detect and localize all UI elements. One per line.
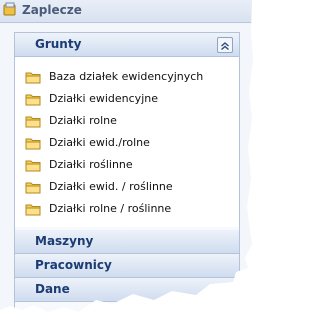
group-header-dane[interactable]: Dane (15, 278, 239, 302)
folder-icon (25, 72, 41, 84)
collapse-button[interactable] (217, 37, 233, 53)
list-item-label: Działki rolne / roślinne (49, 202, 172, 215)
folder-icon (25, 138, 41, 150)
list-item-dzialki-rolne[interactable]: Działki rolne (25, 113, 235, 131)
folder-icon (25, 94, 41, 106)
window-title-bar: Zaplecze (0, 0, 253, 23)
list-item-dzialki-roslinne[interactable]: Działki roślinne (25, 157, 235, 175)
navigation-pane: Grunty Baza działek ewidencyjnych Działk… (14, 32, 240, 312)
folder-icon (25, 204, 41, 216)
list-item-label: Działki ewidencyjne (49, 92, 158, 105)
group-label-pracownicy: Pracownicy (35, 258, 112, 272)
folder-icon (25, 160, 41, 172)
group-label-dane: Dane (35, 282, 70, 296)
window-title: Zaplecze (22, 3, 82, 17)
list-item-dzialki-rolne-roslinne[interactable]: Działki rolne / roślinne (25, 201, 235, 219)
list-item-label: Działki roślinne (49, 158, 133, 171)
list-item-dzialki-ewidencyjne[interactable]: Działki ewidencyjne (25, 91, 235, 109)
group-label-maszyny: Maszyny (35, 234, 94, 248)
list-item-label: Baza działek ewidencyjnych (49, 70, 204, 83)
app-icon (3, 2, 16, 16)
list-item-dzialki-ewid-rolne[interactable]: Działki ewid./rolne (25, 135, 235, 153)
grunty-item-list: Baza działek ewidencyjnych Działki ewide… (15, 57, 239, 227)
zaplecze-panel: Zaplecze Grunty Baza działek ewidencyjny… (0, 0, 253, 312)
list-item-label: Działki ewid./rolne (49, 136, 150, 149)
folder-icon (25, 182, 41, 194)
group-label-grunty: Grunty (35, 37, 82, 51)
group-header-pracownicy[interactable]: Pracownicy (15, 254, 239, 278)
list-item-label: Działki rolne (49, 114, 117, 127)
list-item-dzialki-ewid-roslinne[interactable]: Działki ewid. / roślinne (25, 179, 235, 197)
list-item-label: Działki ewid. / roślinne (49, 180, 173, 193)
group-header-maszyny[interactable]: Maszyny (15, 230, 239, 254)
folder-icon (25, 116, 41, 128)
group-header-grunty[interactable]: Grunty (15, 33, 239, 57)
list-item-baza-dzialek[interactable]: Baza działek ewidencyjnych (25, 69, 235, 87)
double-chevron-up-icon (221, 42, 229, 51)
screenshot-stage: Zaplecze Grunty Baza działek ewidencyjny… (0, 0, 270, 328)
